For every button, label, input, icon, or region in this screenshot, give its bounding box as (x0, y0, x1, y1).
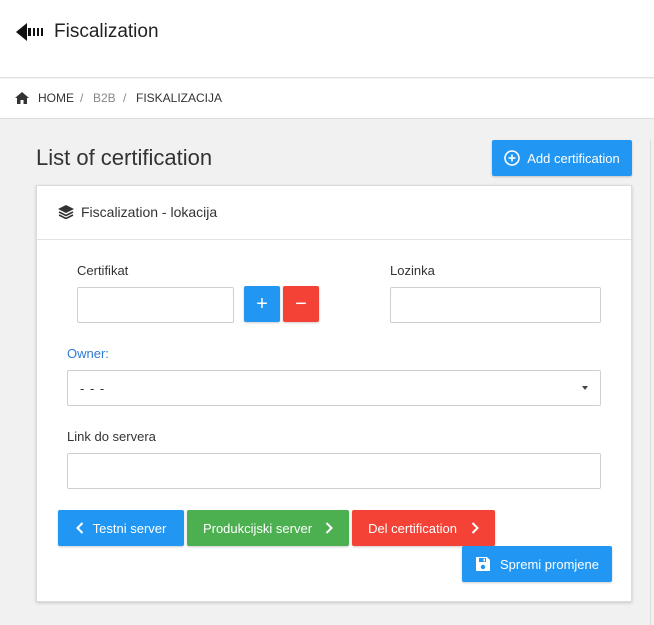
link-input[interactable] (67, 453, 601, 489)
fiscalization-panel: Fiscalization - lokacija Certifikat + − … (36, 185, 632, 602)
del-certification-label: Del certification (368, 520, 457, 536)
produkcijski-server-label: Produkcijski server (202, 520, 313, 536)
add-certification-label: Add certification (527, 150, 620, 166)
caret-down-icon (582, 386, 588, 390)
add-certification-button[interactable]: Add certification (492, 140, 632, 176)
breadcrumb: HOME / B2B / FISKALIZACIJA (0, 79, 654, 119)
breadcrumb-b2b[interactable]: B2B (93, 91, 116, 105)
breadcrumb-home[interactable]: HOME (38, 91, 74, 105)
panel-title: Fiscalization - lokacija (81, 204, 218, 220)
chevron-right-icon (471, 522, 479, 534)
top-bar: Fiscalization (0, 0, 654, 78)
layers-icon (58, 205, 74, 219)
app-title: Fiscalization (54, 21, 159, 42)
arrow-back-icon[interactable] (16, 22, 44, 42)
owner-label: Owner: (67, 346, 109, 361)
home-icon[interactable] (15, 92, 29, 104)
certifikat-label: Certifikat (77, 263, 129, 278)
lozinka-input[interactable] (390, 287, 601, 323)
breadcrumb-current: FISKALIZACIJA (136, 91, 223, 105)
produkcijski-server-button[interactable]: Produkcijski server (187, 510, 349, 546)
spremi-promjene-button[interactable]: Spremi promjene (462, 546, 612, 582)
owner-select[interactable]: - - - (67, 370, 601, 406)
breadcrumb-separator: / (123, 91, 127, 105)
floppy-icon (476, 557, 490, 571)
certifikat-input[interactable] (77, 287, 234, 323)
del-certification-button[interactable]: Del certification (352, 510, 495, 546)
spremi-promjene-label: Spremi promjene (500, 556, 599, 572)
content-divider (650, 140, 651, 625)
link-label: Link do servera (67, 429, 156, 444)
remove-certificate-button[interactable]: − (283, 286, 319, 322)
breadcrumb-separator: / (80, 91, 84, 105)
lozinka-label: Lozinka (390, 263, 435, 278)
add-certificate-button[interactable]: + (244, 286, 280, 322)
chevron-left-icon (75, 522, 83, 534)
panel-header: Fiscalization - lokacija (37, 186, 631, 240)
plus-circle-icon (504, 150, 521, 166)
testni-server-button[interactable]: Testni server (58, 510, 184, 546)
testni-server-label: Testni server (92, 520, 167, 536)
page-title: List of certification (36, 145, 213, 170)
chevron-right-icon (325, 522, 333, 534)
owner-selected-value: - - - (80, 381, 106, 396)
